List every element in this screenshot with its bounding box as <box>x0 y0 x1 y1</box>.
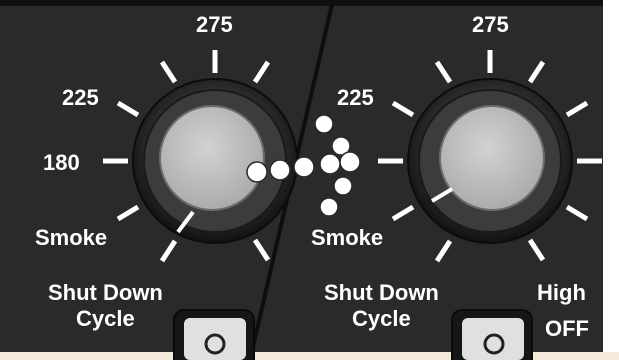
right-label-shutdown-line1: Shut Down <box>324 280 439 305</box>
right-label-shutdown-line2: Cycle <box>352 306 411 331</box>
right-power-switch-icon[interactable] <box>451 309 533 360</box>
left-label-225: 225 <box>62 85 99 110</box>
left-label-275: 275 <box>196 12 233 37</box>
right-label-275: 275 <box>472 12 509 37</box>
right-label-smoke: Smoke <box>311 225 384 250</box>
right-label-high: High <box>537 280 586 305</box>
left-label-shutdown-line2: Cycle <box>76 306 135 331</box>
right-label-225: 225 <box>337 85 374 110</box>
right-dial-knob-icon[interactable] <box>407 78 573 244</box>
left-label-shutdown-line1: Shut Down <box>48 280 163 305</box>
left-dial-knob-icon[interactable] <box>132 78 298 244</box>
left-label-smoke: Smoke <box>35 225 108 250</box>
grill-control-panel: 275 225 180 Smoke Shut Down Cycle 275 22… <box>0 0 619 360</box>
left-power-switch-icon[interactable] <box>173 309 255 360</box>
left-label-180: 180 <box>43 150 80 175</box>
right-label-off: OFF <box>545 316 589 341</box>
